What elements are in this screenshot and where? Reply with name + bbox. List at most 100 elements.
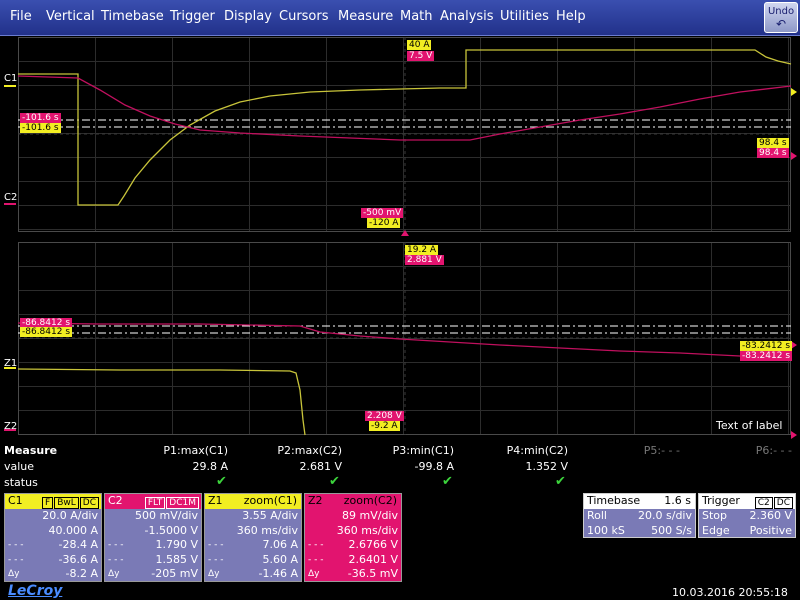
- trigger-type: Edge: [702, 523, 730, 537]
- c2-vdiv: 500 mV/div: [135, 509, 198, 522]
- trigger-badge-coupling: DC: [773, 497, 793, 509]
- trigger-title: Trigger: [702, 494, 740, 507]
- z2-delta: -36.5 mV: [347, 567, 398, 580]
- param-p2-status-check-icon: ✔: [329, 474, 340, 489]
- c2-cursor2-label: - - -: [108, 554, 124, 565]
- right-marker-c1-icon: [791, 88, 797, 96]
- upper-left-time-tag-2: -101.6 s: [20, 123, 61, 133]
- z2-cursor2: 2.6401 V: [348, 552, 398, 566]
- z1-descriptor-title: zoom(C1): [243, 494, 297, 507]
- trigger-marker-icon: [401, 230, 409, 236]
- z1-vdiv: 3.55 A/div: [242, 509, 298, 522]
- timebase-delay: 1.6 s: [664, 494, 691, 507]
- z2-delta-label: Δy: [308, 569, 320, 579]
- c2-delta-label: Δy: [108, 569, 120, 579]
- lower-bottom-voltage-tag: 2.208 V: [365, 411, 404, 421]
- c2-descriptor[interactable]: C2 FLT DC1M 500 mV/div -1.5000 V - - - 1.7…: [104, 493, 202, 582]
- upper-right-time-tag-2: 98.4 s: [757, 148, 789, 158]
- z1-trace: [17, 368, 306, 436]
- c1-vdiv: 20.0 A/div: [42, 509, 98, 522]
- lower-left-time-tag-2: -86.8412 s: [20, 327, 73, 337]
- measure-row-status-label: status: [4, 476, 38, 489]
- param-p2-value: 2.681 V: [299, 460, 342, 473]
- z1-descriptor[interactable]: Z1 zoom(C1) 3.55 A/div 360 ms/div - - - 7…: [204, 493, 302, 582]
- c1-cursor2: -36.6 A: [58, 552, 98, 566]
- trigger-level: 2.360 V: [749, 509, 792, 522]
- z2-descriptor-name: Z2: [308, 494, 323, 507]
- lower-bottom-current-tag: -9.2 A: [369, 421, 400, 431]
- upper-top-current-tag: 40 A: [407, 40, 432, 50]
- z2-cursor1: 2.6766 V: [348, 538, 398, 551]
- trigger-mode: Stop: [702, 509, 728, 522]
- lower-right-time-tag-1: -83.2412 s: [740, 341, 793, 351]
- timebase-descriptor[interactable]: Timebase 1.6 s Roll 20.0 s/div 100 kS 500 …: [583, 493, 696, 538]
- param-p4-name[interactable]: P4:min(C2): [478, 444, 568, 457]
- z2-channel-label[interactable]: Z2: [4, 421, 17, 432]
- c2-cursor2: 1.585 V: [155, 552, 198, 566]
- c1-delta-label: Δy: [8, 569, 20, 579]
- param-p3-name[interactable]: P3:min(C1): [364, 444, 454, 457]
- z2-hdiv: 360 ms/div: [336, 523, 398, 537]
- c1-descriptor-name: C1: [8, 494, 23, 507]
- z2-descriptor[interactable]: Z2 zoom(C2) 89 mV/div 360 ms/div - - - 2.…: [304, 493, 402, 582]
- c2-badge-dc1m: DC1M: [166, 497, 199, 509]
- c1-channel-label[interactable]: C1: [4, 73, 17, 84]
- z1-cursor1: 7.06 A: [262, 538, 298, 551]
- z1-descriptor-name: Z1: [208, 494, 223, 507]
- z2-descriptor-title: zoom(C2): [343, 494, 397, 507]
- z1-cursor1-label: - - -: [208, 540, 224, 550]
- c2-cursor1-label: - - -: [108, 540, 124, 550]
- upper-left-time-tag-1: -101.6 s: [20, 113, 61, 123]
- c2-offset: -1.5000 V: [144, 523, 198, 537]
- param-p1-status-check-icon: ✔: [216, 474, 227, 489]
- c2-badge-flt: FLT: [144, 497, 166, 509]
- lower-top-current-tag: 19.2 A: [405, 245, 439, 255]
- param-p4-status-check-icon: ✔: [555, 474, 566, 489]
- upper-bottom-current-tag: -120 A: [367, 218, 401, 228]
- c2-cursor1: 1.790 V: [155, 538, 198, 551]
- trigger-badge-source: C2: [754, 497, 773, 509]
- z2-cursor2-label: - - -: [308, 554, 324, 565]
- c1-descriptor[interactable]: C1 F BwL DC 20.0 A/div 40.000 A - - - -28.4…: [4, 493, 102, 582]
- trigger-slope: Positive: [749, 523, 792, 537]
- text-of-label-annotation[interactable]: Text of label: [716, 419, 782, 432]
- z2-cursor1-label: - - -: [308, 540, 324, 550]
- lecroy-logo[interactable]: LeCroy: [8, 583, 62, 599]
- upper-top-voltage-tag: 7.5 V: [407, 51, 435, 61]
- param-p3-value: -99.8 A: [414, 460, 454, 473]
- lower-right-time-tag-2: -83.2412 s: [740, 351, 793, 361]
- z1-delta-label: Δy: [208, 569, 220, 579]
- timebase-mode: Roll: [587, 509, 607, 522]
- c1-cursor1: -28.4 A: [58, 538, 98, 551]
- c2-descriptor-name: C2: [108, 494, 123, 507]
- param-p1-name[interactable]: P1:max(C1): [138, 444, 228, 457]
- trigger-descriptor[interactable]: Trigger C2 DC Stop 2.360 V Edge Positive: [698, 493, 796, 538]
- z1-cursor2-label: - - -: [208, 554, 224, 565]
- c1-delta: -8.2 A: [65, 567, 98, 580]
- param-p5-name[interactable]: P5:- - -: [590, 444, 680, 457]
- right-marker-c2-icon: [791, 152, 797, 160]
- c1-badge-dc: DC: [79, 497, 99, 509]
- c1-offset: 40.000 A: [48, 523, 98, 537]
- right-marker-z2b-icon: [791, 431, 797, 439]
- timebase-title: Timebase: [587, 494, 641, 507]
- timebase-div: 20.0 s/div: [638, 509, 692, 522]
- upper-bottom-voltage-tag: -500 mV: [361, 208, 404, 218]
- param-p2-name[interactable]: P2:max(C2): [252, 444, 342, 457]
- lower-top-voltage-tag: 2.881 V: [405, 255, 444, 265]
- upper-right-time-tag-1: 98.4 s: [757, 138, 789, 148]
- c1-badge-f: F: [42, 497, 54, 509]
- param-p3-status-check-icon: ✔: [442, 474, 453, 489]
- timebase-rate: 500 S/s: [651, 523, 692, 537]
- c2-channel-label[interactable]: C2: [4, 192, 17, 203]
- c2-delta: -205 mV: [151, 567, 198, 580]
- param-p6-name[interactable]: P6:- - -: [702, 444, 792, 457]
- measure-title[interactable]: Measure: [4, 444, 57, 457]
- c1-cursor2-label: - - -: [8, 554, 24, 565]
- z1-delta: -1.46 A: [258, 567, 298, 580]
- c1-badge-bwl: BwL: [54, 497, 79, 509]
- measure-row-value-label: value: [4, 460, 35, 473]
- date-time-display: 10.03.2016 20:55:18: [672, 586, 788, 599]
- z1-channel-label[interactable]: Z1: [4, 358, 17, 369]
- param-p1-value: 29.8 A: [192, 460, 228, 473]
